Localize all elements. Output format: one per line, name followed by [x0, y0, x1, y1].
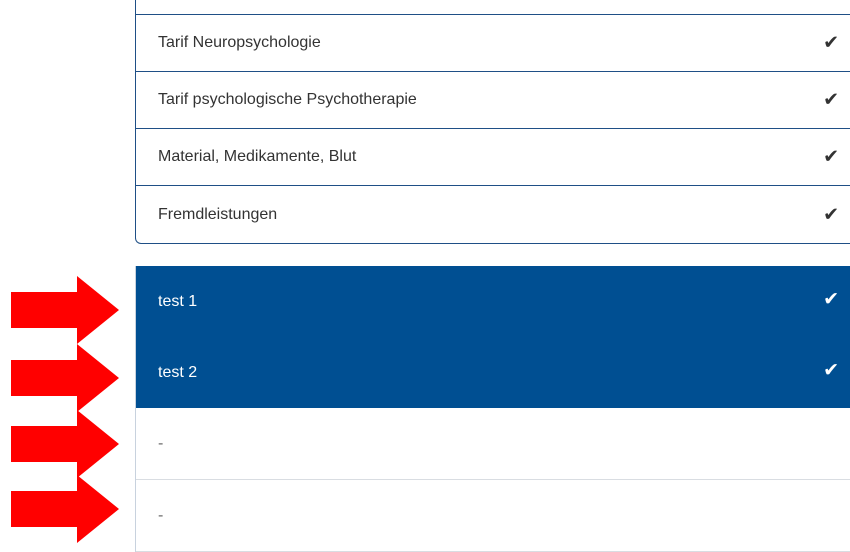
list-item-label: Tarif psychologische Psychotherapie	[158, 91, 417, 108]
list-item-empty[interactable]: -	[136, 480, 850, 552]
checkmark-icon: ✔	[823, 89, 839, 111]
red-arrow-right-icon	[11, 276, 119, 344]
checkmark-icon: ✔	[823, 360, 839, 381]
checkmark-icon: ✔	[823, 204, 839, 225]
list-item-partial[interactable]	[136, 0, 850, 15]
list-item[interactable]: Tarif Neuropsychologie ✔	[136, 15, 850, 72]
selection-list: test 1 ✔ test 2 ✔ - -	[135, 266, 850, 552]
checkmark-icon: ✔	[823, 32, 839, 54]
list-item[interactable]: Tarif psychologische Psychotherapie ✔	[136, 72, 850, 129]
list-item-label: -	[158, 434, 164, 452]
list-item-empty[interactable]: -	[136, 408, 850, 480]
red-arrow-right-icon	[11, 344, 119, 412]
red-arrow-right-icon	[11, 475, 119, 543]
list-item-label: Fremdleistungen	[158, 205, 278, 223]
list-item-label: Tarif Neuropsychologie	[158, 34, 321, 51]
list-item-selected[interactable]: test 1 ✔	[136, 266, 850, 337]
category-list: Tarif Neuropsychologie ✔ Tarif psycholog…	[135, 0, 850, 244]
list-item-label: test 1	[158, 292, 198, 310]
red-arrow-right-icon	[11, 410, 119, 478]
list-item[interactable]: Material, Medikamente, Blut ✔	[136, 129, 850, 186]
list-item-label: Material, Medikamente, Blut	[158, 148, 357, 165]
list-item[interactable]: Fremdleistungen ✔	[136, 186, 850, 243]
list-item-label: test 2	[158, 363, 198, 381]
list-item-selected[interactable]: test 2 ✔	[136, 337, 850, 408]
checkmark-icon: ✔	[823, 146, 839, 168]
list-item-label: -	[158, 506, 164, 524]
checkmark-icon: ✔	[823, 289, 839, 310]
